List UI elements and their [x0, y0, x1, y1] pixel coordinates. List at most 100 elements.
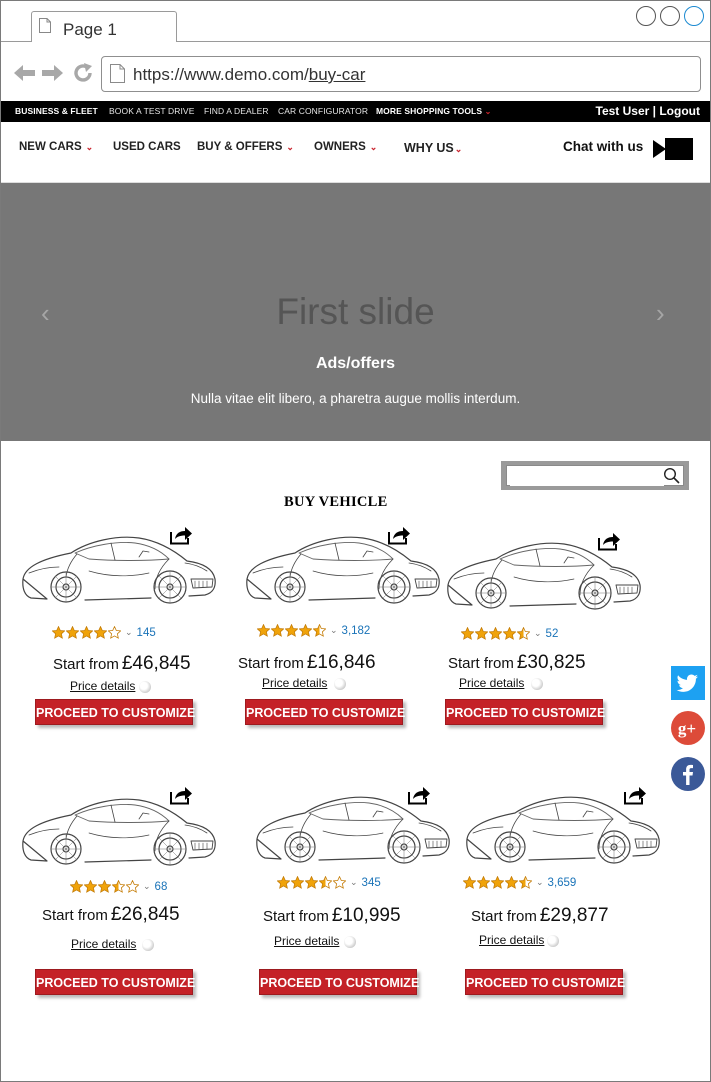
- star-icon: [108, 626, 121, 639]
- chat-link[interactable]: Chat with us: [563, 139, 643, 154]
- twitter-icon[interactable]: [671, 666, 705, 700]
- price-details-link[interactable]: Price details: [70, 679, 135, 693]
- address-bar[interactable]: https://www.demo.com/buy-car: [101, 56, 701, 92]
- browser-tab[interactable]: Page 1: [31, 11, 177, 42]
- price-details-link[interactable]: Price details: [71, 937, 136, 951]
- page-icon: [110, 64, 125, 83]
- proceed-to-customize-button[interactable]: PROCEED TO CUSTOMIZE: [35, 969, 195, 995]
- slide-title: First slide: [276, 291, 435, 332]
- share-icon[interactable]: [407, 785, 431, 805]
- loading-spinner-icon: [547, 935, 559, 947]
- start-from-label: Start from: [238, 655, 304, 672]
- price-details-link[interactable]: Price details: [479, 933, 544, 947]
- page-icon: [39, 18, 51, 33]
- proceed-to-customize-button[interactable]: PROCEED TO CUSTOMIZE: [445, 699, 605, 725]
- facebook-icon[interactable]: [671, 757, 705, 791]
- nav-owners[interactable]: OWNERS ⌄: [314, 141, 377, 153]
- price-details-link[interactable]: Price details: [262, 676, 327, 690]
- star-icon: [517, 627, 530, 640]
- util-more-label: MORE SHOPPING TOOLS: [376, 106, 483, 116]
- main-navigation: NEW CARS ⌄ USED CARS BUY & OFFERS ⌄ OWNERS…: [1, 122, 710, 183]
- search-input[interactable]: [510, 467, 664, 486]
- proceed-to-customize-button[interactable]: PROCEED TO CUSTOMIZE: [245, 699, 405, 725]
- star-icon: [503, 627, 516, 640]
- reload-icon[interactable]: [72, 62, 94, 84]
- loading-spinner-icon: [139, 681, 151, 693]
- chevron-down-icon: ⌄: [85, 142, 94, 152]
- star-icon: [98, 880, 111, 893]
- proceed-to-customize-button[interactable]: PROCEED TO CUSTOMIZE: [465, 969, 625, 995]
- nav-why-us[interactable]: WHY US⌄: [404, 141, 462, 155]
- star-icon: [333, 876, 346, 889]
- url-text: https://www.demo.com/buy-car: [133, 65, 365, 85]
- star-icon: [491, 876, 504, 889]
- star-icon: [461, 627, 474, 640]
- star-icon: [319, 876, 332, 889]
- user-logout-link[interactable]: Test User | Logout: [596, 104, 700, 118]
- chevron-down-icon: ⌄: [484, 107, 492, 116]
- chevron-down-icon: ⌄: [286, 142, 294, 152]
- start-from-label: Start from: [448, 655, 514, 672]
- google-plus-icon[interactable]: g+: [671, 711, 705, 745]
- util-link-find-dealer[interactable]: FIND A DEALER: [204, 106, 269, 116]
- star-icon: [299, 624, 312, 637]
- price-amount: £10,995: [331, 905, 401, 926]
- share-icon[interactable]: [169, 525, 193, 545]
- star-icon: [70, 880, 83, 893]
- review-count: 3,659: [547, 876, 577, 889]
- price-line: Start from £30,825: [448, 652, 586, 674]
- rating[interactable]: ⌄ 3,182: [257, 624, 370, 637]
- price-amount: £46,845: [121, 653, 191, 674]
- nav-new-cars[interactable]: NEW CARS ⌄: [19, 141, 93, 153]
- start-from-label: Start from: [53, 656, 119, 673]
- util-link-more-tools[interactable]: MORE SHOPPING TOOLS ⌄: [376, 106, 491, 116]
- hero-carousel: ‹ › First slide Ads/offers Nulla vitae e…: [1, 183, 710, 441]
- chevron-down-icon: ⌄: [125, 627, 133, 637]
- chevron-down-icon: ⌄: [369, 142, 378, 152]
- nav-buy-offers[interactable]: BUY & OFFERS ⌄: [197, 141, 294, 153]
- close-button[interactable]: [684, 6, 704, 26]
- minimize-button[interactable]: [636, 6, 656, 26]
- back-arrow-icon[interactable]: [12, 64, 36, 82]
- tab-title: Page 1: [63, 20, 117, 39]
- video-camera-icon[interactable]: [653, 137, 693, 161]
- nav-label: NEW CARS: [19, 141, 82, 153]
- share-icon[interactable]: [623, 785, 647, 805]
- util-link-business-fleet[interactable]: BUSINESS & FLEET: [15, 106, 98, 116]
- car-image[interactable]: [243, 521, 443, 611]
- chevron-down-icon: ⌄: [330, 625, 338, 635]
- chevron-down-icon: ⌄: [536, 877, 544, 887]
- rating[interactable]: ⌄ 68: [70, 880, 167, 893]
- rating[interactable]: ⌄ 145: [52, 626, 156, 639]
- share-icon[interactable]: [597, 531, 621, 551]
- price-amount: £30,825: [516, 652, 586, 673]
- chevron-down-icon: ⌄: [350, 877, 358, 887]
- util-link-test-drive[interactable]: BOOK A TEST DRIVE: [109, 106, 194, 116]
- product-card: ⌄ 68 Start from £26,845 Price details PRO…: [19, 783, 229, 1023]
- svg-text:g+: g+: [678, 719, 696, 738]
- rating[interactable]: ⌄ 345: [277, 876, 381, 889]
- product-card: ⌄ 3,659 Start from £29,877 Price details …: [463, 781, 673, 1021]
- forward-arrow-icon[interactable]: [41, 64, 65, 82]
- star-icon: [463, 876, 476, 889]
- nav-used-cars[interactable]: USED CARS: [113, 141, 181, 153]
- rating[interactable]: ⌄ 3,659: [463, 876, 576, 889]
- price-details-link[interactable]: Price details: [274, 934, 339, 948]
- price-details-link[interactable]: Price details: [459, 676, 524, 690]
- maximize-button[interactable]: [660, 6, 680, 26]
- util-link-configurator[interactable]: CAR CONFIGURATOR: [278, 106, 368, 116]
- price-amount: £26,845: [110, 904, 180, 925]
- proceed-to-customize-button[interactable]: PROCEED TO CUSTOMIZE: [259, 969, 419, 995]
- proceed-to-customize-button[interactable]: PROCEED TO CUSTOMIZE: [35, 699, 195, 725]
- product-card: ⌄ 3,182 Start from £16,846 Price details …: [238, 521, 453, 761]
- start-from-label: Start from: [263, 908, 329, 925]
- share-icon[interactable]: [169, 785, 193, 805]
- search-icon[interactable]: [663, 467, 680, 484]
- star-icon: [66, 626, 79, 639]
- rating[interactable]: ⌄ 52: [461, 627, 558, 640]
- star-icon: [285, 624, 298, 637]
- section-title: BUY VEHICLE: [284, 494, 388, 510]
- price-line: Start from £26,845: [42, 904, 180, 926]
- star-icon: [112, 880, 125, 893]
- share-icon[interactable]: [387, 525, 411, 545]
